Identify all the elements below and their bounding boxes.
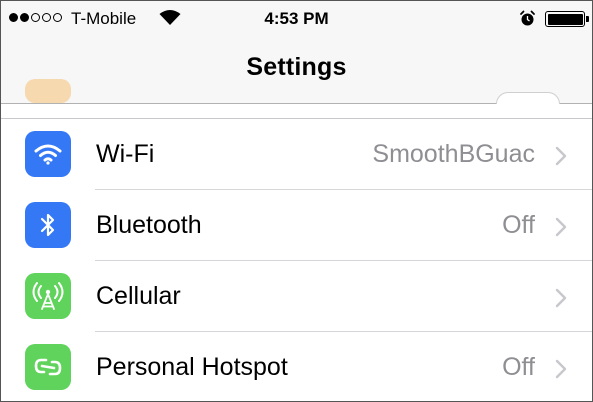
settings-row-label: Wi-Fi bbox=[96, 140, 155, 168]
status-time: 4:53 PM bbox=[264, 9, 329, 28]
alarm-icon bbox=[519, 10, 536, 32]
settings-row-personal-hotspot[interactable]: Personal Hotspot Off bbox=[1, 332, 592, 401]
wifi-icon bbox=[25, 131, 71, 177]
bluetooth-icon bbox=[25, 202, 71, 248]
chevron-right-icon bbox=[555, 146, 567, 171]
chevron-right-icon bbox=[555, 359, 567, 384]
chevron-right-icon bbox=[555, 217, 567, 242]
navigation-header: T-Mobile 4:53 PM Settings bbox=[1, 1, 592, 104]
page-title: Settings bbox=[246, 53, 347, 81]
settings-row-label: Personal Hotspot bbox=[96, 353, 288, 381]
scrolled-row-icon bbox=[25, 79, 71, 103]
settings-row-value: Off bbox=[502, 353, 535, 381]
hotspot-link-icon bbox=[25, 344, 71, 390]
settings-row-label: Bluetooth bbox=[96, 211, 202, 239]
battery-icon bbox=[545, 11, 585, 27]
settings-list: Wi-Fi SmoothBGuac Bluetooth Off Cellular… bbox=[1, 118, 592, 401]
settings-row-label: Cellular bbox=[96, 282, 181, 310]
status-bar: T-Mobile 4:53 PM bbox=[1, 1, 592, 35]
phone-screen: Wi-Fi SmoothBGuac Bluetooth Off Cellular… bbox=[0, 0, 593, 402]
settings-row-cellular[interactable]: Cellular bbox=[1, 261, 592, 332]
scrolled-row-toggle[interactable] bbox=[496, 92, 560, 104]
settings-row-value: SmoothBGuac bbox=[372, 140, 535, 168]
settings-row-value: Off bbox=[502, 211, 535, 239]
cellular-antenna-icon bbox=[25, 273, 71, 319]
settings-row-wifi[interactable]: Wi-Fi SmoothBGuac bbox=[1, 119, 592, 190]
settings-row-bluetooth[interactable]: Bluetooth Off bbox=[1, 190, 592, 261]
chevron-right-icon bbox=[555, 288, 567, 313]
